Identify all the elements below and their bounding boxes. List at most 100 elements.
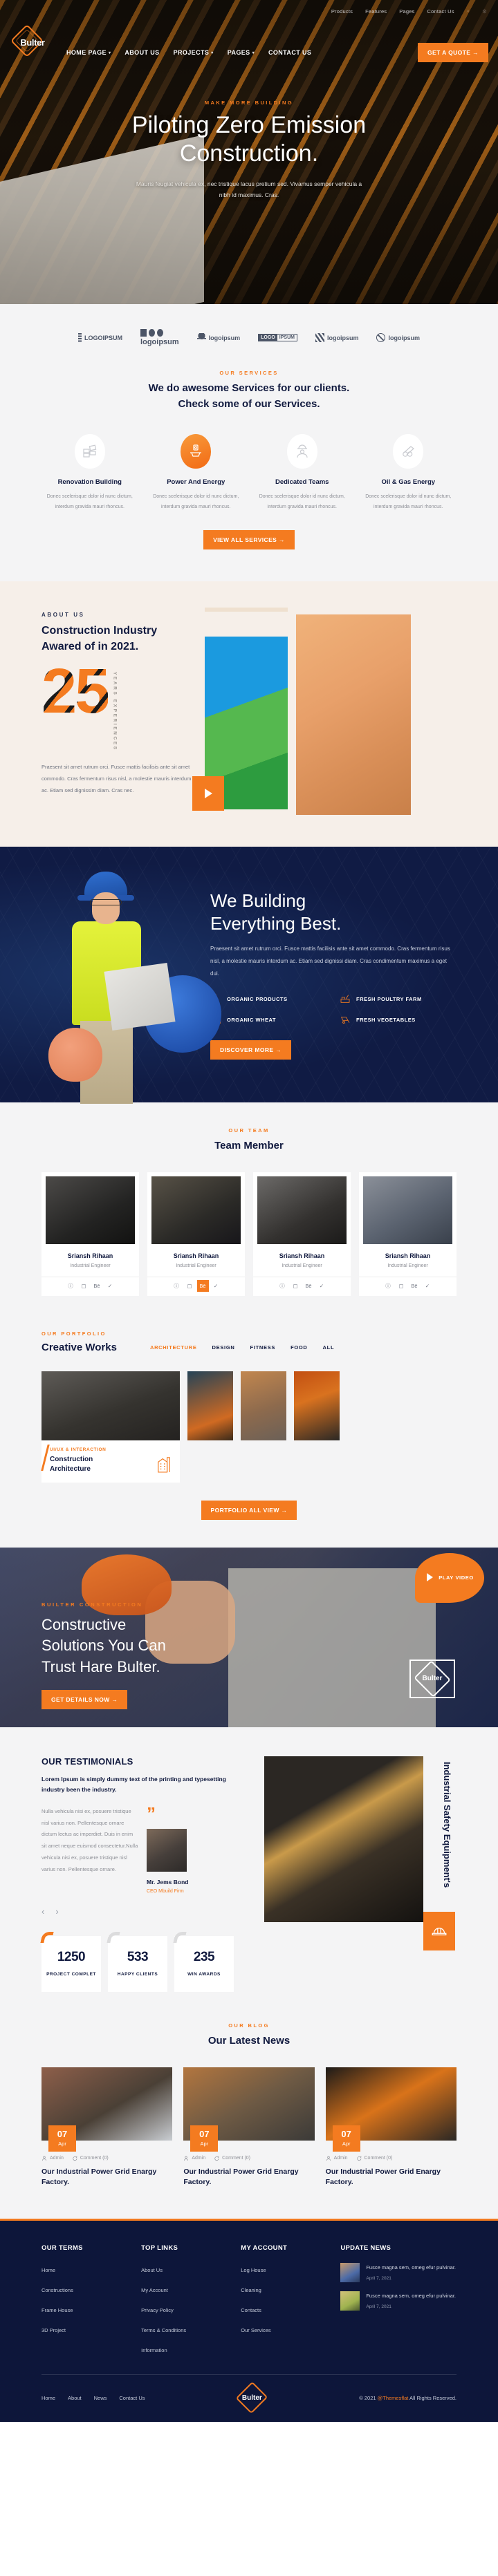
twitter-icon[interactable]: ✓ [422,1280,434,1292]
footer-link-3d-project[interactable]: 3D Project [42,2327,66,2333]
bricks-icon [74,434,105,469]
footer-logo[interactable]: Bulter [236,2381,268,2414]
footer-link-my-account[interactable]: My Account [141,2287,168,2293]
testimonials-left: OUR TESTIMONIALS Lorem Ipsum is simply d… [40,1756,249,1993]
services-eyebrow: OUR SERVICES [219,370,279,376]
footer-bottom-link-contact-us[interactable]: Contact Us [119,2395,145,2401]
gear-icon[interactable]: ⚙ [482,8,487,15]
get-details-now-button[interactable]: GET DETAILS NOW → [42,1689,128,1709]
page-root: Products Features Pages Contact Us ⌕ ⚙ B… [0,0,498,2423]
feature-label: ORGANIC PRODUCTS [227,995,288,1002]
twitter-icon[interactable]: ✓ [210,1280,222,1292]
nav-label: CONTACT US [268,49,312,56]
portfolio-item[interactable] [187,1371,233,1440]
about-years-label: YEARS EXPERIENCES [112,671,118,751]
portfolio-filter-architecture[interactable]: ARCHITECTURE [150,1344,197,1351]
topbar-link-contact[interactable]: Contact Us [427,8,454,15]
dribbble-icon[interactable]: ⓘ [171,1280,183,1292]
behance-icon[interactable]: Bē [91,1280,103,1292]
portfolio-item[interactable] [294,1371,340,1440]
footer-link-contacts[interactable]: Contacts [241,2307,261,2313]
dribbble-icon[interactable]: ⓘ [65,1280,77,1292]
portfolio-filter-design[interactable]: DESIGN [212,1344,235,1351]
instagram-icon[interactable]: ▢ [396,1280,407,1292]
feature-organic-wheat: ORGANIC WHEAT [210,1014,327,1025]
portfolio-filter-fitness[interactable]: FITNESS [250,1344,276,1351]
team-card[interactable]: Sriansh Rihaan Industrial Engineer ⓘ ▢ B… [359,1172,456,1296]
discover-more-button[interactable]: DISCOVER MORE → [210,1040,292,1060]
hero-section: Products Features Pages Contact Us ⌕ ⚙ B… [0,0,498,304]
next-arrow-icon[interactable]: › [55,1906,58,1917]
copyright-brand: @Themesflat [377,2394,409,2401]
footer-bottom-link-about[interactable]: About [68,2395,82,2401]
service-card-dedicated-teams[interactable]: Dedicated Teams Donec scelerisque dolor … [252,434,352,512]
portfolio-filter-food[interactable]: FOOD [290,1344,307,1351]
footer-link-list: Home Constructions Frame House 3D Projec… [42,2263,134,2335]
footer-link-privacy-policy[interactable]: Privacy Policy [141,2307,174,2313]
prev-arrow-icon[interactable]: ‹ [42,1906,44,1917]
blog-card[interactable]: 07 Apr Admin Comment (0) Our Industrial … [325,2067,456,2189]
footer-link-terms-conditions[interactable]: Terms & Conditions [141,2327,186,2333]
portfolio-all-view-button[interactable]: PORTFOLIO ALL VIEW → [201,1500,297,1520]
dribbble-icon[interactable]: ⓘ [382,1280,394,1292]
footer-link-constructions[interactable]: Constructions [42,2287,73,2293]
service-card-power-and-energy[interactable]: Power And Energy Donec scelerisque dolor… [147,434,246,512]
brand-logo[interactable]: Bulter [10,23,54,58]
get-a-quote-button[interactable]: GET A QUOTE → [418,43,488,62]
footer-bottom-link-news[interactable]: News [94,2395,107,2401]
service-card-renovation-building[interactable]: Renovation Building Donec scelerisque do… [40,434,140,512]
footer-link-about-us[interactable]: About Us [141,2267,163,2273]
service-card-oil-gas-energy[interactable]: Oil & Gas Energy Donec scelerisque dolor… [359,434,459,512]
blog-card[interactable]: 07 Apr Admin Comment (0) Our Industrial … [183,2067,315,2189]
topbar-link-pages[interactable]: Pages [399,8,414,15]
about-text-column: ABOUT US Construction Industry Awared of… [42,612,192,815]
topbar-link-features[interactable]: Features [365,8,387,15]
instagram-icon[interactable]: ▢ [78,1280,90,1292]
about-play-button[interactable] [192,776,224,811]
corner-decoration [107,1932,120,1944]
behance-icon[interactable]: Bē [409,1280,421,1292]
view-all-services-button[interactable]: VIEW ALL SERVICES → [203,530,295,550]
nav-item-projects[interactable]: PROJECTS ▾ [174,49,214,56]
instagram-icon[interactable]: ▢ [290,1280,302,1292]
footer-news-item[interactable]: Fusce magna sem, omeg efur pulvinar. Apr… [340,2291,456,2311]
instagram-icon[interactable]: ▢ [184,1280,196,1292]
topbar-link-products[interactable]: Products [331,8,353,15]
nav-item-home-page[interactable]: HOME PAGE ▾ [66,49,111,56]
twitter-icon[interactable]: ✓ [104,1280,116,1292]
portfolio-filters: ARCHITECTURE DESIGN FITNESS FOOD ALL [150,1344,334,1351]
team-card[interactable]: Sriansh Rihaan Industrial Engineer ⓘ ▢ B… [147,1172,245,1296]
footer-bottom-link-home[interactable]: Home [42,2395,55,2401]
blog-card[interactable]: 07 Apr Admin Comment (0) Our Industrial … [42,2067,173,2189]
portfolio-featured-item[interactable]: UI/UX & INTERACTION Construction Archite… [42,1371,180,1483]
nav-item-pages[interactable]: PAGES ▾ [228,49,255,56]
dribbble-icon[interactable]: ⓘ [277,1280,288,1292]
team-card[interactable]: Sriansh Rihaan Industrial Engineer ⓘ ▢ B… [42,1172,139,1296]
portfolio-filter-all[interactable]: ALL [323,1344,335,1351]
team-card[interactable]: Sriansh Rihaan Industrial Engineer ⓘ ▢ B… [253,1172,351,1296]
footer-news-item[interactable]: Fusce magna sem, omeg efur pulvinar. Apr… [340,2263,456,2283]
footer-link-cleaning[interactable]: Cleaning [241,2287,261,2293]
behance-icon[interactable]: Bē [196,1279,209,1292]
stat-card: 235 WIN AWARDS [173,1932,234,1993]
avatar [147,1829,187,1872]
footer-link-log-house[interactable]: Log House [241,2267,266,2273]
portfolio-featured-title-line-1: Construction [50,1455,93,1463]
footer-link-home[interactable]: Home [42,2267,55,2273]
search-icon[interactable]: ⌕ [467,8,470,15]
team-social-row: ⓘ ▢ Bē ✓ [253,1276,351,1296]
nav-item-contact-us[interactable]: CONTACT US [268,49,311,56]
twitter-icon[interactable]: ✓ [316,1280,328,1292]
footer-news-thumb [340,2291,360,2311]
play-video-button[interactable]: PLAY VIDEO [415,1552,484,1603]
behance-icon[interactable]: Bē [303,1280,315,1292]
service-desc: Donec scelerisque dolor id nunc dictum, … [153,494,239,509]
list-item: Constructions [42,2283,134,2295]
footer-link-our-services[interactable]: Our Services [241,2327,270,2333]
footer-link-frame-house[interactable]: Frame House [42,2307,73,2313]
portfolio-item[interactable] [241,1371,286,1440]
lamp-icon [181,434,212,469]
building-content: We Building Everything Best. Praesent si… [210,870,456,1079]
footer-link-information[interactable]: Information [141,2347,167,2353]
nav-item-about-us[interactable]: ABOUT US [124,49,159,56]
